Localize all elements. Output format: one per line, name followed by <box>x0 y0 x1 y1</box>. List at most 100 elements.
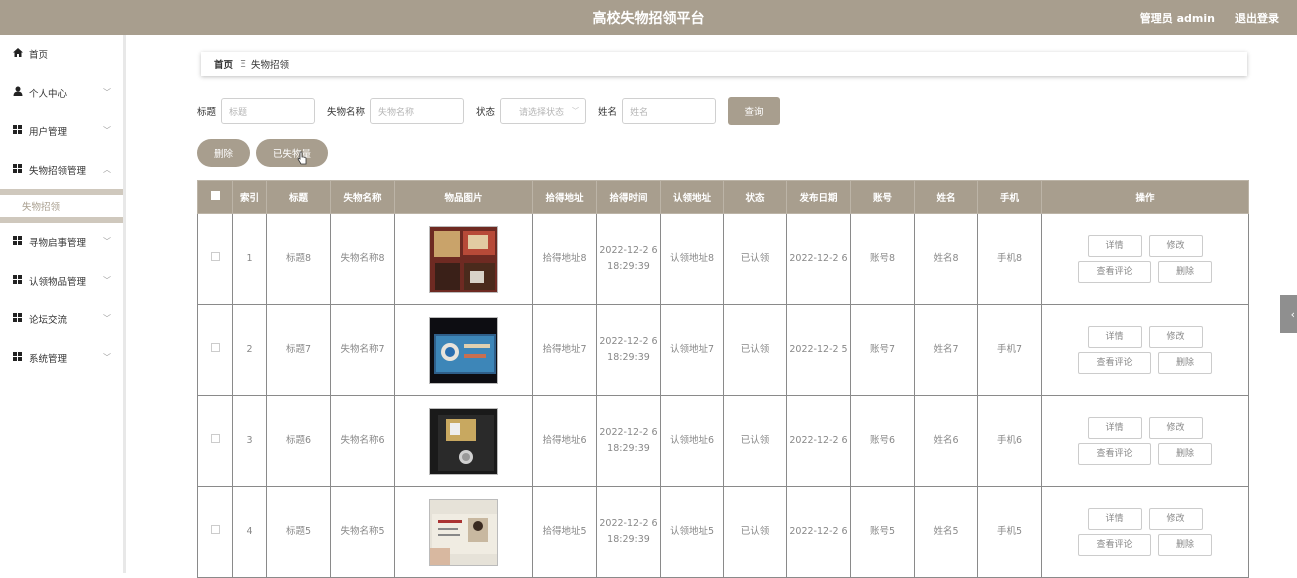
delete-button[interactable]: 删除 <box>197 139 250 167</box>
lost-item-name-input[interactable]: 失物名称 <box>370 98 465 124</box>
title-input[interactable]: 标题 <box>221 98 316 124</box>
top-bar: 高校失物招领平台 管理员 admin 退出登录 <box>0 0 1297 35</box>
row-checkbox[interactable] <box>210 252 220 261</box>
row-delete-button[interactable]: 删除 <box>1158 443 1212 465</box>
row-item-name: 失物名称5 <box>330 486 395 578</box>
chevron-down-icon: ﹀ <box>103 126 111 135</box>
grid-icon <box>13 313 25 325</box>
chevron-up-icon: ︿ <box>103 164 111 174</box>
sidebar-subitem-lost-found[interactable]: 失物招领 <box>0 195 123 217</box>
row-person-name: 姓名8 <box>914 213 978 305</box>
view-comments-button[interactable]: 查看评论 <box>1078 261 1151 283</box>
row-checkbox[interactable] <box>210 343 220 352</box>
sidebar-item-lost-found-management[interactable]: 失物招领管理 ︿ <box>0 151 123 190</box>
sidebar-item-home[interactable]: 首页 <box>0 35 123 74</box>
select-all-checkbox[interactable] <box>210 191 220 200</box>
chevron-down-icon: ﹀ <box>103 314 111 323</box>
row-found-address: 拾得地址8 <box>532 213 597 305</box>
detail-button[interactable]: 详情 <box>1087 508 1142 530</box>
row-item-name: 失物名称8 <box>330 213 395 305</box>
logout-link[interactable]: 退出登录 <box>1235 10 1279 26</box>
row-title: 标题5 <box>266 486 331 578</box>
table-row: 1 标题8 失物名称8 拾得地址8 2022-12-2 6 18:29:39 认… <box>197 213 1249 305</box>
row-account: 账号7 <box>850 304 915 396</box>
found-count-button[interactable]: 已失物量 <box>256 139 328 167</box>
sidebar-item-label: 用户管理 <box>29 127 68 139</box>
person-name-label: 姓名 <box>598 107 618 118</box>
view-comments-button[interactable]: 查看评论 <box>1078 534 1151 556</box>
select-all-header[interactable] <box>197 180 233 214</box>
chevron-left-icon: ‹ <box>1290 307 1295 321</box>
sidebar-item-personal-center[interactable]: 个人中心 ﹀ <box>0 74 123 113</box>
detail-button[interactable]: 详情 <box>1087 235 1142 257</box>
edit-button[interactable]: 修改 <box>1148 417 1203 439</box>
home-icon <box>13 48 25 60</box>
detail-button[interactable]: 详情 <box>1087 326 1142 348</box>
view-comments-button[interactable]: 查看评论 <box>1078 352 1151 374</box>
sidebar-item-claim-management[interactable]: 认领物品管理 ﹀ <box>0 262 123 301</box>
view-comments-button[interactable]: 查看评论 <box>1078 443 1151 465</box>
row-index: 3 <box>232 395 267 487</box>
row-account: 账号8 <box>850 213 915 305</box>
grid-icon <box>13 163 25 176</box>
row-claim-address: 认领地址6 <box>660 395 724 487</box>
table-header-row: 索引 标题 失物名称 物品图片 拾得地址 拾得时间 认领地址 状态 发布日期 账… <box>197 180 1249 214</box>
person-icon <box>13 86 25 99</box>
row-delete-button[interactable]: 删除 <box>1158 352 1212 374</box>
sidebar-item-label: 首页 <box>29 50 49 62</box>
status-select[interactable]: 请选择状态 ﹀ <box>500 98 587 124</box>
sidebar-item-user-management[interactable]: 用户管理 ﹀ <box>0 112 123 151</box>
column-header: 标题 <box>266 180 331 214</box>
breadcrumb-current: 失物招领 <box>251 60 290 71</box>
column-header: 姓名 <box>914 180 978 214</box>
sidebar-item-label: 系统管理 <box>29 353 68 365</box>
sidebar-item-lost-notice-management[interactable]: 寻物启事管理 ﹀ <box>0 223 123 262</box>
submenu: 失物招领 <box>0 189 123 223</box>
item-photo-id-card[interactable] <box>429 498 498 566</box>
sidebar-item-label: 失物招领管理 <box>29 165 87 177</box>
row-publish-date: 2022-12-2 6 <box>786 395 851 487</box>
row-found-address: 拾得地址5 <box>532 486 597 578</box>
edit-button[interactable]: 修改 <box>1148 508 1203 530</box>
sidebar-item-label: 寻物启事管理 <box>29 238 87 250</box>
grid-icon <box>13 274 25 287</box>
person-name-input[interactable]: 姓名 <box>622 98 717 124</box>
item-photo-card-holder[interactable] <box>429 407 498 475</box>
chevron-down-icon: ﹀ <box>103 87 111 97</box>
row-delete-button[interactable]: 删除 <box>1158 261 1212 283</box>
detail-button[interactable]: 详情 <box>1087 417 1142 439</box>
item-photo-doraemon-card[interactable] <box>429 316 498 384</box>
lost-item-name-label: 失物名称 <box>327 107 366 118</box>
row-found-time: 2022-12-2 6 18:29:39 <box>596 395 661 487</box>
row-checkbox[interactable] <box>210 434 220 443</box>
table-row: 4 标题5 失物名称5 拾得地址5 2022-12-2 6 18:29:39 认… <box>197 486 1249 578</box>
breadcrumb-home[interactable]: 首页 <box>214 57 233 71</box>
chevron-down-icon: ﹀ <box>103 352 111 362</box>
row-actions: 详情 修改 查看评论 删除 <box>1042 508 1248 556</box>
side-collapse-tab[interactable]: ‹ <box>1280 295 1297 333</box>
row-phone: 手机6 <box>977 395 1042 487</box>
admin-user-label: 管理员 admin <box>1139 12 1215 25</box>
row-index: 2 <box>232 304 267 396</box>
row-delete-button[interactable]: 删除 <box>1158 534 1212 556</box>
sidebar-item-system-management[interactable]: 系统管理 ﹀ <box>0 339 123 378</box>
row-phone: 手机5 <box>977 486 1042 578</box>
edit-button[interactable]: 修改 <box>1148 326 1203 348</box>
table-row: 2 标题7 失物名称7 拾得地址7 2022-12-2 6 18:29:39 认… <box>197 304 1249 396</box>
sidebar-item-forum[interactable]: 论坛交流 ﹀ <box>0 300 123 339</box>
row-phone: 手机8 <box>977 213 1042 305</box>
lost-items-table: 索引 标题 失物名称 物品图片 拾得地址 拾得时间 认领地址 状态 发布日期 账… <box>197 180 1249 578</box>
query-button[interactable]: 查询 <box>728 97 781 125</box>
row-index: 1 <box>232 213 267 305</box>
row-status: 已认领 <box>723 304 787 396</box>
row-person-name: 姓名5 <box>914 486 978 578</box>
sidebar-item-label: 论坛交流 <box>29 315 68 327</box>
row-person-name: 姓名6 <box>914 395 978 487</box>
row-title: 标题7 <box>266 304 331 396</box>
row-checkbox[interactable] <box>210 525 220 534</box>
grid-icon <box>13 236 25 248</box>
column-header: 手机 <box>977 180 1042 214</box>
edit-button[interactable]: 修改 <box>1148 235 1203 257</box>
item-photo-wallet-cards[interactable] <box>429 225 498 293</box>
row-item-name: 失物名称6 <box>330 395 395 487</box>
